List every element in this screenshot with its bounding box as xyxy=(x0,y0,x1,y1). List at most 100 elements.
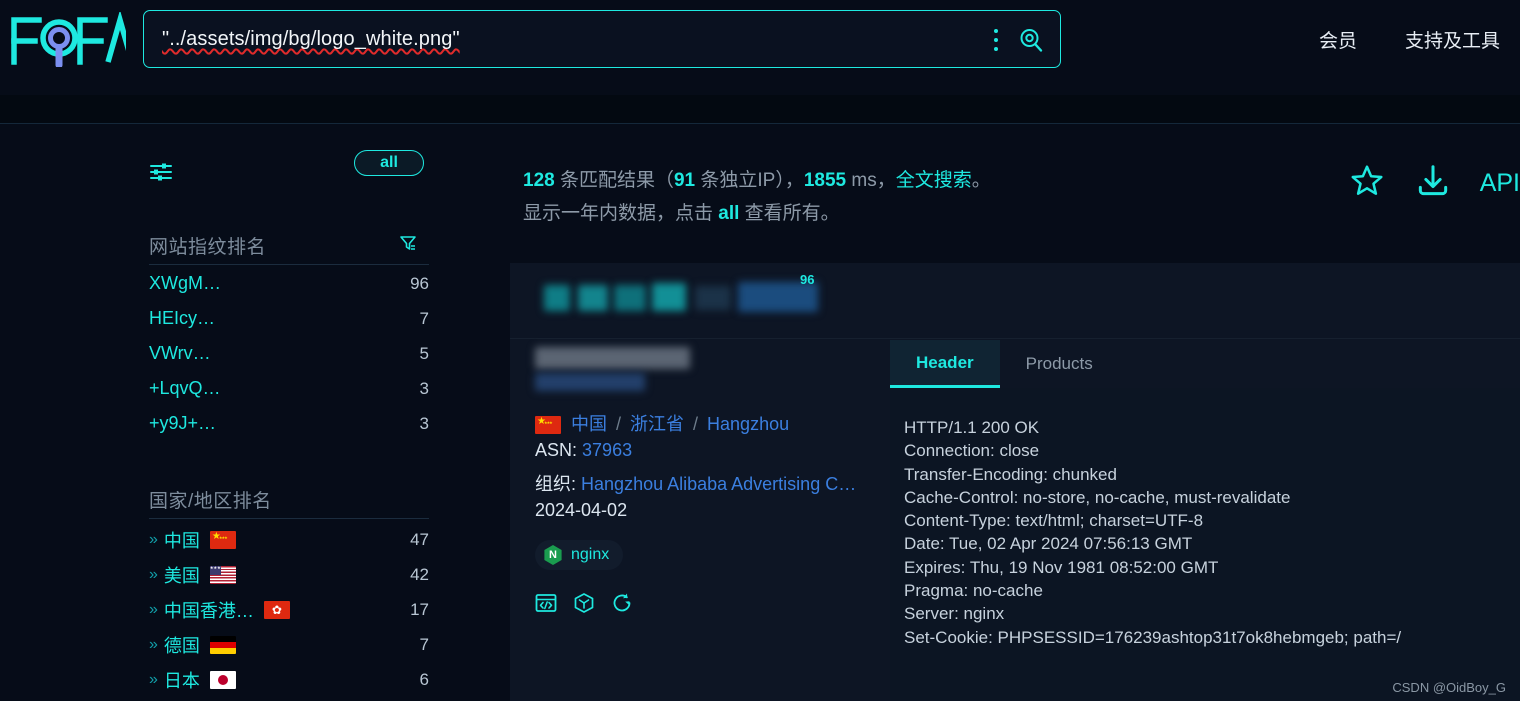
country-label: 德国 xyxy=(163,635,200,656)
sliders-icon[interactable] xyxy=(149,162,173,182)
http-header-line: Date: Tue, 02 Apr 2024 07:56:13 GMT xyxy=(904,534,1193,554)
summary-unique-suffix: 条独立IP）， xyxy=(695,170,804,191)
city-link[interactable]: Hangzhou xyxy=(707,414,789,434)
http-header-line: Content-Type: text/html; charset=UTF-8 xyxy=(904,511,1204,531)
fingerprint-row-2[interactable]: VWrv… 5 xyxy=(149,336,429,371)
funnel-icon[interactable] xyxy=(399,234,417,252)
fingerprint-panel-title: 网站指纹排名 xyxy=(149,237,267,258)
chevron-right-icon: » xyxy=(149,670,158,688)
tab-header[interactable]: Header xyxy=(890,340,1000,388)
country-panel-title: 国家/地区排名 xyxy=(149,491,272,512)
country-rule xyxy=(149,518,429,519)
top-bar: "../assets/img/bg/logo_white.png" 会员 支持及… xyxy=(0,0,1520,95)
vertical-dots-icon[interactable] xyxy=(987,29,1005,51)
tab-products[interactable]: Products xyxy=(1000,340,1119,388)
fingerprint-label: +y9J+… xyxy=(149,413,217,433)
http-headers-box[interactable]: HTTP/1.1 200 OK Connection: close Transf… xyxy=(890,388,1520,701)
source-code-icon[interactable] xyxy=(535,592,557,619)
http-header-line: Cache-Control: no-store, no-cache, must-… xyxy=(904,487,1291,507)
asn-value-link[interactable]: 37963 xyxy=(582,440,632,460)
result-total: 128 xyxy=(523,170,555,191)
country-link[interactable]: 中国 xyxy=(571,414,607,434)
chevron-right-icon: » xyxy=(149,600,158,618)
http-header-line: Pragma: no-cache xyxy=(904,581,1043,601)
http-header-line: Set-Cookie: PHPSESSID=176239ashtop31t7ok… xyxy=(904,627,1402,647)
country-count: 6 xyxy=(419,669,429,689)
country-count: 7 xyxy=(419,634,429,654)
fofa-logo[interactable] xyxy=(8,9,135,69)
province-link[interactable]: 浙江省 xyxy=(630,414,684,434)
country-label: 中国 xyxy=(163,530,200,551)
chevron-right-icon: » xyxy=(149,635,158,653)
page-content: all 网站指纹排名 XWgM… 96 HEIcy… 7 VWrv… 5 +Lq… xyxy=(0,124,1520,701)
flag-us-icon xyxy=(209,565,236,584)
nav-item-membership[interactable]: 会员 xyxy=(1319,26,1357,53)
fingerprint-label: VWrv… xyxy=(149,343,211,363)
detail-tabs: Header Products xyxy=(890,340,1119,388)
country-row-3[interactable]: » 德国 7 xyxy=(149,627,429,662)
date-line: 2024-04-02 xyxy=(535,500,628,520)
watermark: CSDN @OidBoy_G xyxy=(1392,680,1506,695)
fulltext-search-link[interactable]: 全文搜索 xyxy=(896,170,972,191)
flag-hk-icon xyxy=(263,600,290,619)
redacted-tag xyxy=(544,285,570,311)
flag-de-icon xyxy=(209,635,236,654)
location-line: 中国 / 浙江省 / Hangzhou xyxy=(535,410,789,436)
result-count-badge: 96 xyxy=(800,272,815,287)
result-body: 中国 / 浙江省 / Hangzhou ASN: 37963 组织: Hangzhou … xyxy=(510,340,1520,701)
cube-icon[interactable] xyxy=(573,592,595,619)
redacted-tag xyxy=(614,285,646,311)
fingerprint-row-0[interactable]: XWgM… 96 xyxy=(149,266,429,301)
top-nav: 会员 支持及工具 xyxy=(1319,26,1500,53)
star-icon[interactable] xyxy=(1348,162,1386,205)
country-row-4[interactable]: » 日本 6 xyxy=(149,662,429,697)
nginx-icon: N xyxy=(544,545,562,565)
country-row-1[interactable]: » 美国 42 xyxy=(149,557,429,592)
result-actions: API xyxy=(1348,162,1520,205)
summary-line-1: 128 条匹配结果（91 条独立IP），1855 ms，全文搜索。 xyxy=(523,164,991,197)
all-toggle-button[interactable]: all xyxy=(354,150,424,176)
product-chip-nginx[interactable]: N nginx xyxy=(535,540,624,570)
search-input[interactable]: "../assets/img/bg/logo_white.png" xyxy=(162,28,460,51)
country-row-0[interactable]: » 中国 47 xyxy=(149,522,429,557)
api-link[interactable]: API xyxy=(1480,169,1520,198)
http-header-line: Server: nginx xyxy=(904,604,1005,624)
fingerprint-count: 3 xyxy=(419,378,429,398)
summary-line2-post: 查看所有。 xyxy=(739,203,840,224)
fingerprint-row-1[interactable]: HEIcy… 7 xyxy=(149,301,429,336)
country-row-2[interactable]: » 中国香港… 17 xyxy=(149,592,429,627)
fingerprint-count: 3 xyxy=(419,413,429,433)
download-icon[interactable] xyxy=(1414,162,1452,205)
search-summary: 128 条匹配结果（91 条独立IP），1855 ms，全文搜索。 显示一年内数… xyxy=(523,164,991,230)
main-area: 128 条匹配结果（91 条独立IP），1855 ms，全文搜索。 显示一年内数… xyxy=(510,124,1520,701)
query-time: 1855 xyxy=(803,170,847,191)
flag-jp-icon xyxy=(209,670,236,689)
redacted-host xyxy=(535,347,695,395)
country-label: 美国 xyxy=(163,565,200,586)
fingerprint-row-4[interactable]: +y9J+… 3 xyxy=(149,406,429,441)
fingerprint-count: 96 xyxy=(410,273,429,293)
redacted-tag xyxy=(578,285,608,311)
country-count: 17 xyxy=(410,599,429,619)
redacted-tag xyxy=(695,286,731,310)
org-value-link[interactable]: Hangzhou Alibaba Advertising C… xyxy=(581,474,856,494)
summary-total-suffix: 条匹配结果（ xyxy=(554,170,674,191)
fingerprint-count: 7 xyxy=(419,308,429,328)
nav-item-support-tools[interactable]: 支持及工具 xyxy=(1405,26,1500,53)
sidebar-header: all xyxy=(149,150,429,190)
product-name: nginx xyxy=(571,546,610,563)
result-action-icons xyxy=(535,592,633,619)
fingerprint-row-3[interactable]: +LqvQ… 3 xyxy=(149,371,429,406)
search-box[interactable]: "../assets/img/bg/logo_white.png" xyxy=(143,10,1061,68)
location-separator: / xyxy=(693,414,699,434)
country-label: 日本 xyxy=(163,670,200,691)
summary-all-link[interactable]: all xyxy=(718,203,739,224)
org-label: 组织: xyxy=(535,474,577,494)
summary-line1-end: 。 xyxy=(971,170,991,191)
search-icon[interactable] xyxy=(1018,27,1044,53)
fingerprint-label: +LqvQ… xyxy=(149,378,221,398)
http-header-line: Expires: Thu, 19 Nov 1981 08:52:00 GMT xyxy=(904,557,1219,577)
refresh-icon[interactable] xyxy=(611,592,633,619)
header-panel: Header Products HTTP/1.1 200 OK Connecti… xyxy=(890,340,1520,701)
fingerprint-label: HEIcy… xyxy=(149,308,216,328)
